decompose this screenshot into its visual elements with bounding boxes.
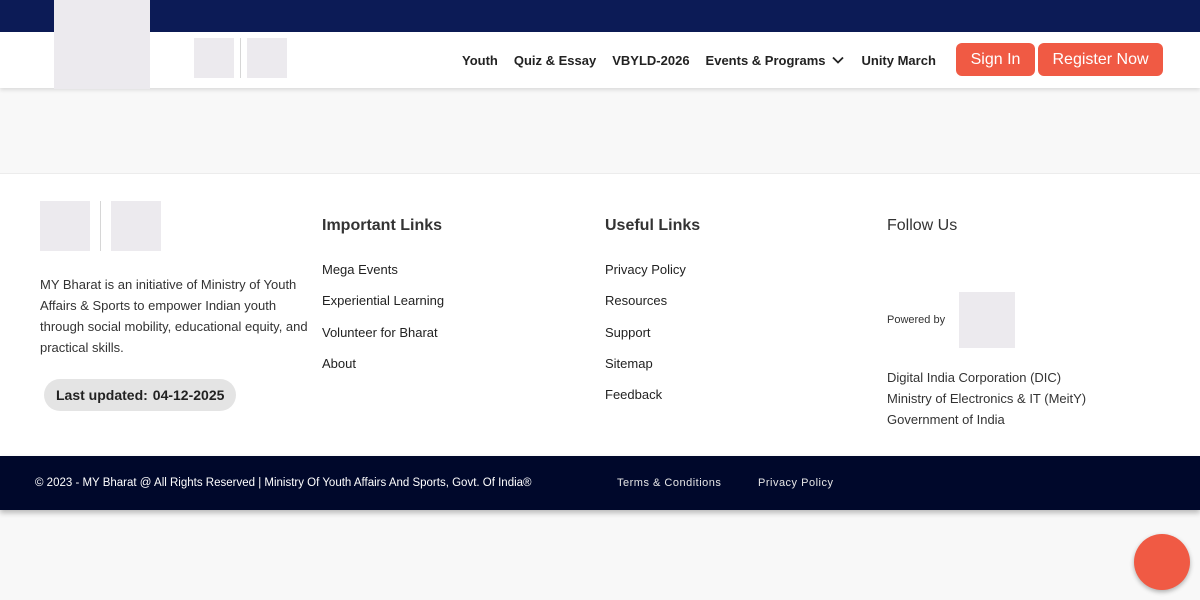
top-strip: [0, 0, 1200, 32]
link-privacy-policy[interactable]: Privacy Policy: [605, 262, 686, 277]
partner-logo-1[interactable]: [194, 38, 234, 78]
copyright-text: © 2023 - MY Bharat @ All Rights Reserved…: [35, 477, 532, 489]
nav-label: Unity March: [861, 52, 936, 68]
nav-unity-march[interactable]: Unity March: [861, 53, 935, 68]
terms-link[interactable]: Terms & Conditions: [617, 477, 721, 489]
nav-vbyld[interactable]: VBYLD-2026: [612, 53, 689, 68]
bottom-bar: © 2023 - MY Bharat @ All Rights Reserved…: [0, 456, 1200, 510]
nav-youth[interactable]: Youth: [462, 53, 498, 68]
logo-divider: [240, 38, 241, 78]
link-experiential-learning[interactable]: Experiential Learning: [322, 293, 444, 308]
bottom-privacy-link[interactable]: Privacy Policy: [758, 477, 833, 489]
nav-label: VBYLD-2026: [612, 52, 690, 68]
org-dic: Digital India Corporation (DIC): [887, 370, 1062, 385]
useful-links-title: Useful Links: [605, 217, 701, 234]
important-links-title: Important Links: [322, 217, 443, 234]
org-goi: Government of India: [887, 412, 1005, 427]
footer-logo-1: [40, 201, 90, 251]
link-volunteer-for-bharat[interactable]: Volunteer for Bharat: [322, 325, 438, 340]
nav-label: Quiz & Essay: [513, 52, 597, 68]
footer-description: MY Bharat is an initiative of Ministry o…: [40, 277, 308, 355]
partner-logo-2[interactable]: [247, 38, 287, 78]
powered-by-label: Powered by: [887, 314, 946, 326]
org-meity: Ministry of Electronics & IT (MeitY): [887, 391, 1087, 406]
footer-logo-divider: [100, 201, 101, 251]
follow-us-title: Follow Us: [887, 217, 958, 234]
sign-in-button[interactable]: Sign In: [956, 43, 1035, 76]
powered-by-logo[interactable]: [959, 292, 1015, 348]
site-footer: MY Bharat is an initiative of Ministry o…: [0, 173, 1200, 456]
last-updated-label: Last updated:: [56, 387, 148, 403]
nav-quiz-essay[interactable]: Quiz & Essay: [514, 53, 596, 68]
last-updated-value: 04-12-2025: [152, 387, 225, 403]
link-mega-events[interactable]: Mega Events: [322, 262, 398, 277]
main-nav: Youth Quiz & Essay VBYLD-2026 Events & P…: [462, 32, 952, 88]
footer-logo-2: [111, 201, 161, 251]
nav-label: Youth: [462, 52, 498, 68]
register-button[interactable]: Register Now: [1038, 43, 1163, 76]
link-support[interactable]: Support: [605, 325, 651, 340]
link-about[interactable]: About: [322, 356, 356, 371]
nav-label: Events & Programs: [705, 52, 826, 68]
main-logo[interactable]: [54, 0, 150, 89]
nav-events-programs[interactable]: Events & Programs: [706, 53, 846, 68]
link-resources[interactable]: Resources: [605, 293, 667, 308]
floating-action-button[interactable]: [1134, 534, 1190, 590]
link-sitemap[interactable]: Sitemap: [605, 356, 653, 371]
last-updated-badge: Last updated: 04-12-2025: [44, 379, 237, 411]
link-feedback[interactable]: Feedback: [605, 387, 662, 402]
chevron-down-icon: [832, 56, 845, 64]
